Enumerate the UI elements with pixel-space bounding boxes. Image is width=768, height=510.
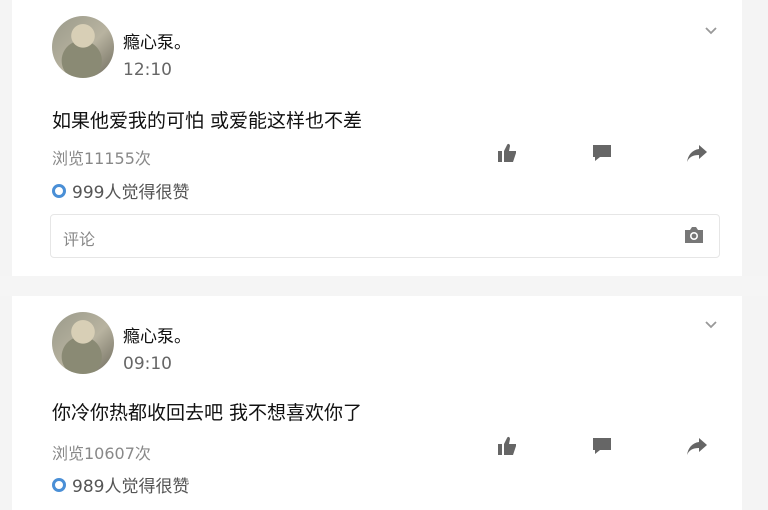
view-count: 浏览11155次 (52, 149, 151, 168)
right-gutter (742, 0, 768, 510)
comment-icon[interactable] (590, 141, 614, 165)
comment-icon[interactable] (590, 434, 614, 458)
likes-row[interactable]: 999人觉得很赞 (52, 178, 189, 203)
view-count: 浏览10607次 (52, 444, 151, 463)
likes-row[interactable]: 989人觉得很赞 (52, 472, 189, 497)
author-name[interactable]: 瘾心泵。 (123, 28, 191, 53)
post-content: 你冷你热都收回去吧 我不想喜欢你了 (52, 402, 363, 424)
author-name[interactable]: 瘾心泵。 (123, 322, 191, 347)
camera-icon[interactable] (683, 226, 705, 244)
post-time: 12:10 (123, 60, 172, 80)
post-actions (495, 434, 725, 462)
feed: 瘾心泵。 12:10 如果他爱我的可怕 或爱能这样也不差 浏览11155次 99… (0, 0, 768, 510)
thumbs-up-icon[interactable] (495, 434, 519, 458)
like-ring-icon (52, 183, 66, 198)
avatar[interactable] (52, 16, 114, 78)
share-icon[interactable] (685, 434, 709, 458)
left-gutter (0, 0, 12, 510)
chevron-down-icon[interactable] (704, 24, 718, 38)
share-icon[interactable] (685, 141, 709, 165)
post-content: 如果他爱我的可怕 或爱能这样也不差 (52, 110, 363, 132)
post-actions (495, 141, 725, 169)
chevron-down-icon[interactable] (704, 318, 718, 332)
like-ring-icon (52, 477, 66, 492)
comment-input[interactable]: 评论 (50, 214, 720, 258)
likes-text: 999人觉得很赞 (72, 183, 190, 203)
comment-placeholder: 评论 (63, 230, 96, 249)
thumbs-up-icon[interactable] (495, 141, 519, 165)
avatar[interactable] (52, 312, 114, 374)
likes-text: 989人觉得很赞 (72, 477, 190, 497)
post-time: 09:10 (123, 354, 172, 374)
post-separator (0, 276, 768, 296)
